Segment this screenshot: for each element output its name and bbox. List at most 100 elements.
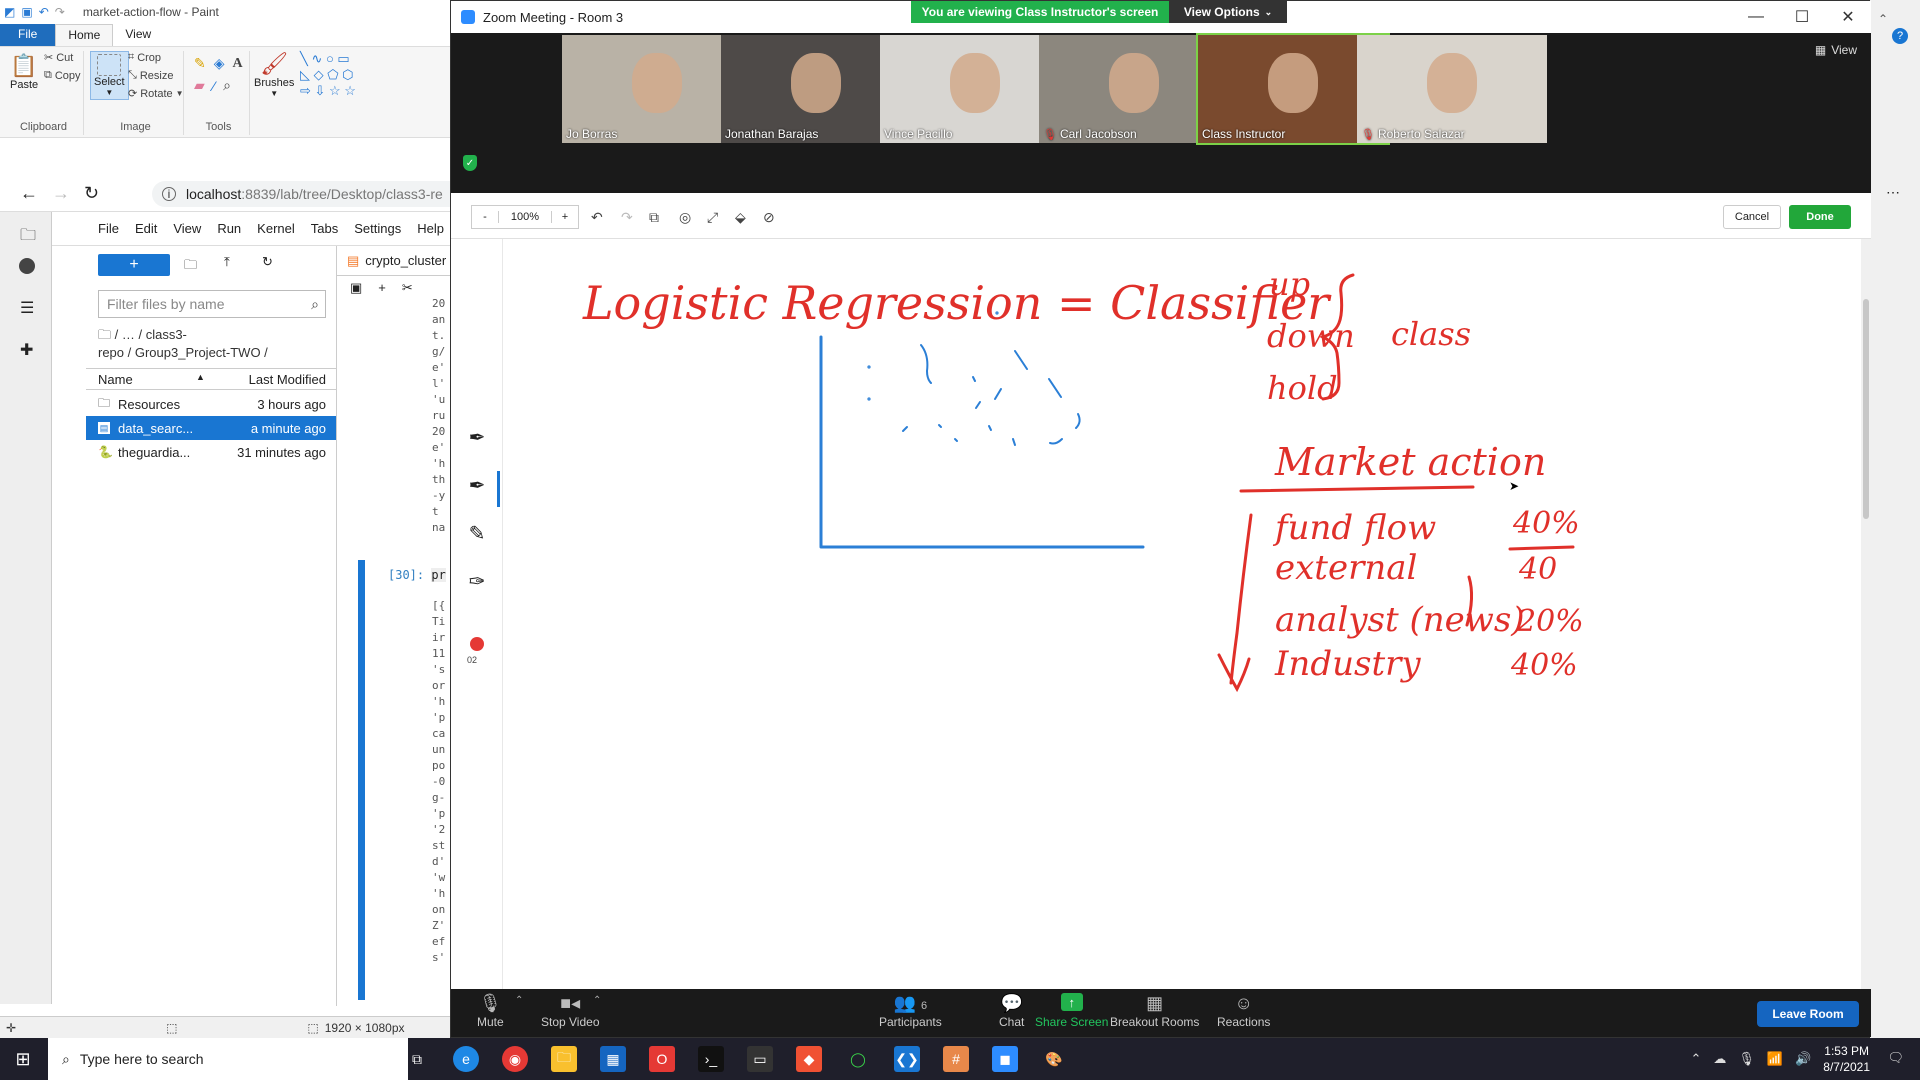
reload-icon[interactable]: ↻	[84, 183, 99, 204]
paint-icon[interactable]: 🎨	[1041, 1046, 1067, 1072]
reactions-button[interactable]: ☺ Reactions	[1217, 993, 1270, 1029]
pen-icon[interactable]: ✒	[465, 425, 489, 449]
menu-file[interactable]: File	[98, 221, 119, 236]
color-picker-icon[interactable]: ⁄	[213, 78, 215, 94]
minimize-icon[interactable]: —	[1733, 1, 1779, 33]
file-explorer-icon[interactable]: 🗀	[551, 1046, 577, 1072]
menu-settings[interactable]: Settings	[354, 221, 401, 236]
close-icon[interactable]: ✕	[1825, 1, 1871, 33]
participants-button[interactable]: 👥 6 Participants	[879, 993, 942, 1029]
calligraphy-pen-icon[interactable]: ✑	[465, 569, 489, 593]
windows-start-icon[interactable]: ⊞	[0, 1038, 46, 1080]
menu-kernel[interactable]: Kernel	[257, 221, 295, 236]
maximize-icon[interactable]: ☐	[1779, 1, 1825, 33]
select-button[interactable]: Select ▼	[90, 51, 129, 100]
menu-run[interactable]: Run	[217, 221, 241, 236]
vscode-icon[interactable]: ❮❯	[894, 1046, 920, 1072]
cancel-button[interactable]: Cancel	[1723, 205, 1781, 229]
forward-icon[interactable]: →	[52, 183, 70, 204]
clock[interactable]: 1:53 PM 8/7/2021	[1823, 1043, 1870, 1075]
cmd-icon[interactable]: ▭	[747, 1046, 773, 1072]
terminal-icon[interactable]: ›_	[698, 1046, 724, 1072]
notebook-tab[interactable]: ▤ crypto_cluster	[337, 246, 455, 276]
leave-room-button[interactable]: Leave Room	[1757, 1001, 1859, 1027]
menu-view[interactable]: View	[173, 221, 201, 236]
help-icon[interactable]: ?	[1892, 28, 1908, 44]
brushes-button[interactable]: 🖌 Brushes ▼	[254, 51, 294, 98]
quick-save-icon[interactable]: ▣	[21, 5, 32, 19]
add-cell-icon[interactable]: +	[378, 280, 386, 296]
redo-icon[interactable]: ↷	[621, 205, 633, 229]
highlighter-icon[interactable]: ✎	[465, 521, 489, 545]
files-icon[interactable]: 🗀	[20, 224, 36, 251]
running-icon[interactable]	[19, 258, 35, 274]
file-row[interactable]: 🗀 Resources 3 hours ago	[86, 392, 336, 416]
pencil-icon[interactable]: ✎	[194, 55, 206, 72]
anaconda-icon[interactable]: ◯	[845, 1046, 871, 1072]
new-folder-icon[interactable]: 🗀	[184, 256, 197, 278]
mute-button[interactable]: 🎙 Mute	[477, 993, 504, 1029]
clear-icon[interactable]: ⊘	[763, 205, 775, 229]
cut-button[interactable]: ✂ Cut	[44, 51, 73, 65]
tab-view[interactable]: View	[113, 24, 163, 46]
fill-icon[interactable]: ◈	[214, 55, 225, 72]
upload-icon[interactable]: ⤒	[224, 254, 230, 270]
more-icon[interactable]: ⋯	[1886, 184, 1900, 201]
refresh-icon[interactable]: ↻	[262, 254, 273, 270]
chrome-icon[interactable]: ◉	[502, 1046, 528, 1072]
filter-files-input[interactable]: Filter files by name ⌕	[98, 290, 326, 318]
crop-button[interactable]: ⌗ Crop	[128, 51, 161, 64]
new-launcher-button[interactable]: +	[98, 254, 170, 276]
commands-icon[interactable]: ☰	[20, 298, 34, 318]
zoom-icon[interactable]: ◼	[992, 1046, 1018, 1072]
modified-column-header[interactable]: Last Modified	[249, 372, 326, 387]
file-row[interactable]: ▤ data_searc... a minute ago	[86, 416, 336, 440]
office-icon[interactable]: O	[649, 1046, 675, 1072]
rotate-button[interactable]: ⟳ Rotate ▼	[128, 87, 184, 101]
whiteboard-canvas[interactable]: Logistic Regression = Classifier up down…	[503, 239, 1871, 989]
undo-icon[interactable]: ↶	[591, 205, 603, 229]
zoom-out-button[interactable]: -	[472, 211, 498, 223]
breadcrumb[interactable]: 🗀 / … / class3- repo / Group3_Project-TW…	[98, 326, 328, 362]
eraser-icon[interactable]: ▰	[194, 77, 205, 94]
edge-icon[interactable]: e	[453, 1046, 479, 1072]
stop-video-button[interactable]: ■◂ Stop Video	[541, 993, 600, 1029]
calculator-icon[interactable]: ▦	[600, 1046, 626, 1072]
chevron-up-icon[interactable]: ⌃	[593, 995, 601, 1006]
view-options-button[interactable]: View Options ⌄	[1169, 1, 1287, 23]
marker-icon[interactable]: ✒	[465, 473, 489, 497]
fit-screen-icon[interactable]: ⤢	[707, 205, 718, 229]
wifi-icon[interactable]: 📶	[1767, 1051, 1783, 1067]
spotlight-icon[interactable]: ◎	[679, 205, 691, 229]
share-screen-button[interactable]: ↑ Share Screen	[1035, 993, 1108, 1029]
onedrive-icon[interactable]: ☁	[1713, 1051, 1726, 1067]
save-icon[interactable]: ▣	[350, 280, 362, 296]
shapes-gallery[interactable]: ╲ ∿ ○ ▭ ◺ ◇ ⬠ ⬡ ⇨ ⇩ ☆ ☆	[300, 51, 366, 135]
chevron-up-icon[interactable]: ⌃	[1690, 1051, 1701, 1067]
task-view-icon[interactable]: ⧉	[404, 1046, 430, 1072]
back-icon[interactable]: ←	[20, 183, 38, 204]
magnifier-icon[interactable]: ⌕	[223, 77, 231, 94]
file-row[interactable]: 🐍 theguardia... 31 minutes ago	[86, 440, 336, 464]
chevron-up-icon[interactable]: ⌃	[515, 995, 523, 1006]
name-column-header[interactable]: Name	[98, 372, 133, 387]
tab-home[interactable]: Home	[55, 24, 114, 46]
done-button[interactable]: Done	[1789, 205, 1851, 229]
slack-icon[interactable]: #	[943, 1046, 969, 1072]
text-icon[interactable]: A	[233, 56, 243, 72]
record-icon[interactable]	[470, 637, 484, 651]
paint-file-tab[interactable]: File	[0, 24, 56, 46]
participant-tile[interactable]: 🎙 Roberto Salazar	[1357, 35, 1547, 143]
resize-button[interactable]: ⤡ Resize	[128, 69, 173, 82]
breakout-rooms-button[interactable]: ▦ Breakout Rooms	[1110, 993, 1199, 1029]
extensions-icon[interactable]: ✚	[20, 340, 33, 360]
menu-edit[interactable]: Edit	[135, 221, 157, 236]
fill-icon[interactable]: ⬙	[735, 205, 746, 229]
volume-icon[interactable]: 🔊	[1795, 1051, 1811, 1067]
vertical-scrollbar[interactable]	[1861, 239, 1871, 989]
redo-icon[interactable]: ↷	[55, 5, 65, 19]
chat-button[interactable]: 💬 Chat	[999, 993, 1024, 1029]
taskbar-search[interactable]: ⌕ Type here to search	[48, 1038, 408, 1080]
notifications-icon[interactable]: 🗨	[1887, 1050, 1904, 1066]
cut-cell-icon[interactable]: ✂	[402, 280, 413, 296]
